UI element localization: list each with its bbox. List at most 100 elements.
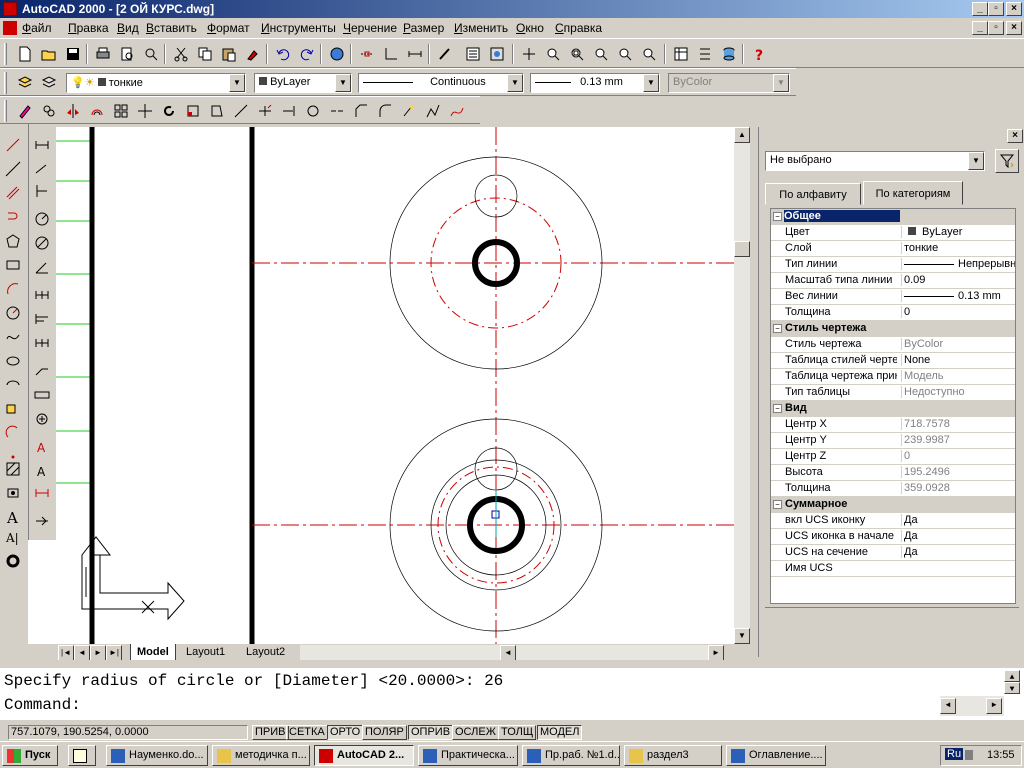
polygon-icon[interactable] bbox=[2, 230, 24, 252]
trim-icon[interactable] bbox=[254, 100, 276, 122]
erase-icon[interactable] bbox=[14, 100, 36, 122]
taskbar-item[interactable]: Оглавление.... bbox=[726, 745, 826, 766]
menu-draw[interactable]: Черчение bbox=[343, 21, 397, 35]
print-icon[interactable] bbox=[92, 43, 114, 65]
chamfer-icon[interactable] bbox=[350, 100, 372, 122]
property-row[interactable]: Имя UCS bbox=[771, 561, 1015, 577]
toggle-otrack[interactable]: ОСЛЕЖ bbox=[452, 725, 499, 740]
radius-dimension-icon[interactable] bbox=[31, 208, 53, 230]
doc-restore-button[interactable]: ▫ bbox=[988, 21, 1004, 35]
property-category[interactable]: − Суммарное bbox=[771, 497, 1015, 513]
region-icon[interactable] bbox=[2, 482, 24, 504]
property-row[interactable]: UCS на сечение Да bbox=[771, 545, 1015, 561]
document-icon[interactable] bbox=[3, 21, 17, 35]
undo-icon[interactable] bbox=[272, 43, 294, 65]
angular-dimension-icon[interactable] bbox=[31, 256, 53, 278]
canvas-horizontal-scrollbar[interactable]: ◄ ► bbox=[300, 645, 724, 661]
menu-tools[interactable]: Инструменты bbox=[261, 21, 336, 35]
taskbar-item[interactable]: Пр.раб. №1.d... bbox=[522, 745, 620, 766]
menu-insert[interactable]: Вставить bbox=[146, 21, 197, 35]
property-row[interactable]: Центр X 718.7578 bbox=[771, 417, 1015, 433]
toggle-grid[interactable]: СЕТКА bbox=[286, 725, 328, 740]
taskbar-item[interactable]: раздел3 bbox=[624, 745, 722, 766]
dimension-style-icon[interactable] bbox=[31, 510, 53, 532]
object-snap-icon[interactable] bbox=[356, 43, 378, 65]
command-scrollbar[interactable]: ▲ ▼ bbox=[1004, 670, 1020, 694]
redraw-icon[interactable] bbox=[434, 43, 456, 65]
start-button[interactable]: Пуск bbox=[2, 745, 58, 766]
tab-alphabetic[interactable]: По алфавиту bbox=[765, 183, 861, 205]
inquiry-icon[interactable] bbox=[404, 43, 426, 65]
scroll-down-button[interactable]: ▼ bbox=[734, 628, 750, 644]
doc-close-button[interactable]: × bbox=[1006, 21, 1022, 35]
property-row[interactable]: Толщина 0 bbox=[771, 305, 1015, 321]
menu-format[interactable]: Формат bbox=[207, 21, 250, 35]
properties-icon[interactable] bbox=[462, 43, 484, 65]
break-at-point-icon[interactable] bbox=[326, 100, 348, 122]
menu-modify[interactable]: Изменить bbox=[454, 21, 508, 35]
rectangle-icon[interactable] bbox=[2, 254, 24, 276]
tab-layout2[interactable]: Layout2 bbox=[240, 644, 291, 661]
dimension-update-icon[interactable] bbox=[31, 482, 53, 504]
database-icon[interactable] bbox=[718, 43, 740, 65]
scroll-right-button[interactable]: ► bbox=[708, 645, 724, 661]
tool-palettes-icon[interactable] bbox=[670, 43, 692, 65]
taskbar-item[interactable]: методичка п... bbox=[212, 745, 310, 766]
pan-realtime-icon[interactable] bbox=[518, 43, 540, 65]
scroll-left-button[interactable]: ◄ bbox=[500, 645, 516, 661]
circle-icon[interactable] bbox=[2, 302, 24, 324]
minimize-button[interactable]: _ bbox=[972, 2, 988, 16]
chevron-down-icon[interactable]: ▼ bbox=[643, 74, 659, 92]
polyline-icon[interactable] bbox=[2, 206, 24, 228]
property-value[interactable]: Да bbox=[901, 546, 1015, 558]
offset-icon[interactable] bbox=[86, 100, 108, 122]
property-row[interactable]: Слой тонкие bbox=[771, 241, 1015, 257]
extend-icon[interactable] bbox=[278, 100, 300, 122]
make-current-layer-icon[interactable] bbox=[38, 72, 60, 94]
next-tab-button[interactable]: ► bbox=[90, 645, 106, 661]
zoom-window-icon[interactable] bbox=[566, 43, 588, 65]
property-row[interactable]: Толщина 359.0928 bbox=[771, 481, 1015, 497]
maximize-button[interactable]: ▫ bbox=[988, 2, 1004, 16]
multiline-icon[interactable] bbox=[2, 182, 24, 204]
layer-dropdown[interactable]: 💡☀ тонкие ▼ bbox=[66, 73, 246, 93]
construction-line-icon[interactable] bbox=[2, 158, 24, 180]
menu-help[interactable]: Справка bbox=[555, 21, 602, 35]
dimension-text-edit-icon[interactable]: A bbox=[31, 460, 53, 482]
property-category[interactable]: − Общее bbox=[771, 209, 1015, 225]
property-category[interactable]: − Вид bbox=[771, 401, 1015, 417]
diameter-dimension-icon[interactable] bbox=[31, 232, 53, 254]
collapse-icon[interactable]: − bbox=[773, 404, 782, 413]
dbconnect-icon[interactable] bbox=[694, 43, 716, 65]
quick-leader-icon[interactable] bbox=[31, 360, 53, 382]
property-row[interactable]: Масштаб типа линии 0.09 bbox=[771, 273, 1015, 289]
toggle-osnap[interactable]: ОПРИВ bbox=[408, 725, 454, 740]
close-icon[interactable]: × bbox=[1007, 129, 1023, 143]
scroll-up-button[interactable]: ▲ bbox=[734, 127, 750, 143]
language-indicator[interactable]: Ru bbox=[945, 748, 964, 760]
menu-file[interactable]: Файл bbox=[22, 21, 52, 35]
property-row[interactable]: Высота 195.2496 bbox=[771, 465, 1015, 481]
color-dropdown[interactable]: ByLayer ▼ bbox=[254, 73, 352, 93]
scroll-down-button[interactable]: ▼ bbox=[1004, 682, 1020, 694]
insert-block-icon[interactable] bbox=[2, 398, 24, 420]
doc-minimize-button[interactable]: _ bbox=[972, 21, 988, 35]
menu-dimension[interactable]: Размер bbox=[403, 21, 444, 35]
menu-window[interactable]: Окно bbox=[516, 21, 544, 35]
prev-tab-button[interactable]: ◄ bbox=[74, 645, 90, 661]
edit-spline-icon[interactable] bbox=[446, 100, 468, 122]
scroll-left-button[interactable]: ◄ bbox=[940, 698, 956, 714]
baseline-dimension-icon[interactable] bbox=[31, 308, 53, 330]
command-splitter[interactable] bbox=[0, 660, 1024, 668]
donut-icon[interactable] bbox=[2, 550, 24, 572]
lineweight-dropdown[interactable]: 0.13 mm ▼ bbox=[530, 73, 660, 93]
property-row[interactable]: Цвет ByLayer bbox=[771, 225, 1015, 241]
property-value[interactable]: None bbox=[901, 354, 1015, 366]
property-value[interactable]: 0.09 bbox=[901, 274, 1015, 286]
property-value[interactable]: ByColor bbox=[901, 338, 1015, 350]
taskbar-item[interactable]: Практическа... bbox=[418, 745, 518, 766]
new-file-icon[interactable] bbox=[14, 43, 36, 65]
last-tab-button[interactable]: ►| bbox=[106, 645, 122, 661]
property-row[interactable]: Стиль чертежа ByColor bbox=[771, 337, 1015, 353]
line-icon[interactable] bbox=[2, 134, 24, 156]
